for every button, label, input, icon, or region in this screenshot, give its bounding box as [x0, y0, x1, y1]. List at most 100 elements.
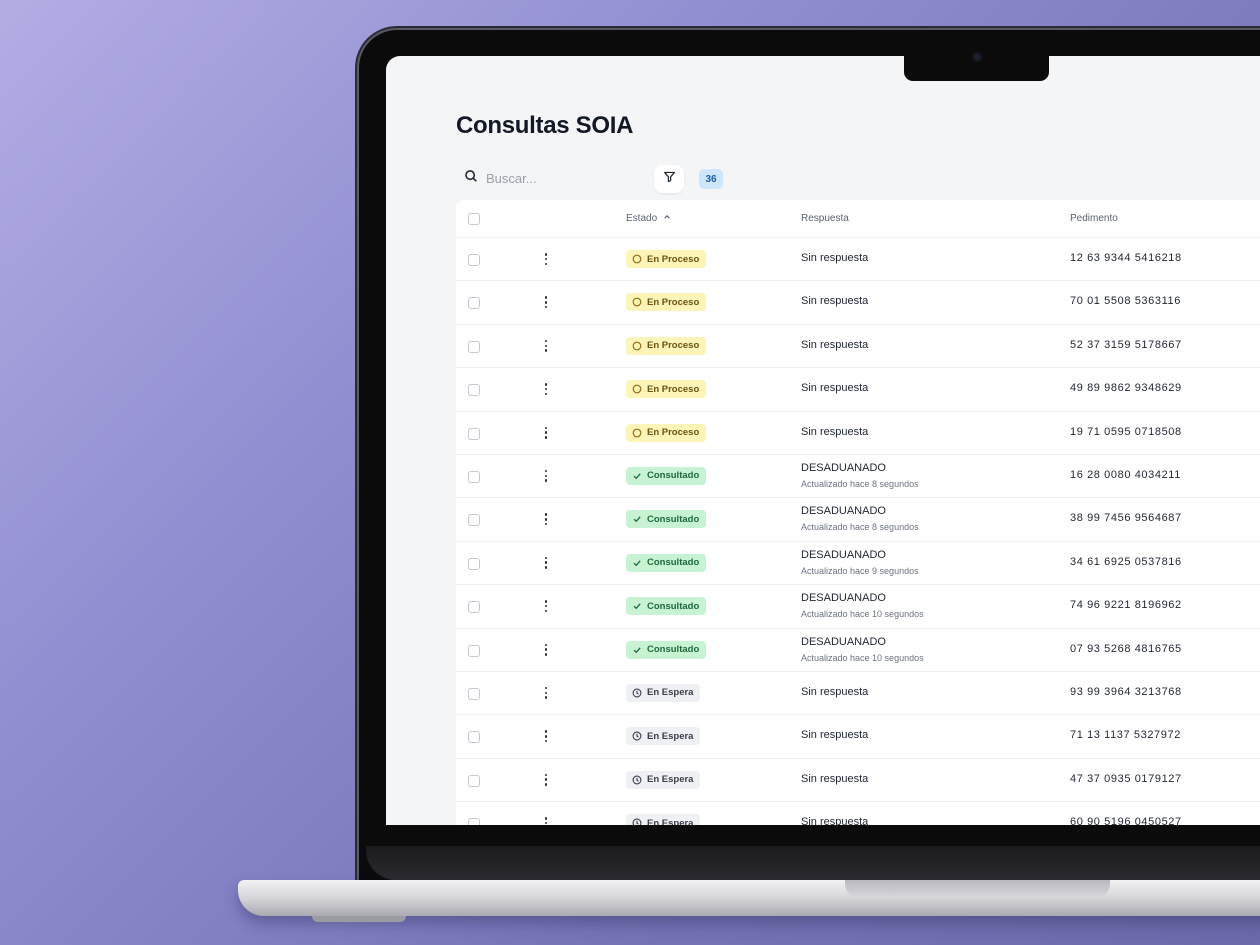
pedimento-number: 19 71 0595 0718508 — [1070, 425, 1182, 438]
pedimento-number: 12 63 9344 5416218 — [1070, 252, 1182, 264]
pedimento-number: 60 90 5196 0450527 — [1070, 816, 1182, 825]
row-checkbox[interactable] — [468, 427, 480, 440]
status-label: En Proceso — [647, 253, 700, 265]
table-row[interactable]: Consultado DESADUANADO Actualizado hace 9 … — [456, 542, 1260, 586]
check-icon — [632, 558, 642, 568]
pedimento-number: 70 01 5508 5363116 — [1070, 295, 1181, 308]
circle-icon — [632, 297, 642, 307]
clock-icon — [632, 775, 642, 785]
row-checkbox[interactable] — [468, 818, 480, 825]
row-checkbox[interactable] — [468, 297, 480, 310]
pedimento-number: 49 89 9862 9348629 — [1070, 382, 1182, 395]
table-row[interactable]: Consultado DESADUANADO Actualizado hace 8 … — [456, 498, 1260, 542]
status-badge: En Proceso — [626, 423, 707, 442]
status-badge: En Espera — [626, 770, 701, 789]
column-header-respuesta[interactable]: Respuesta — [801, 213, 849, 224]
row-checkbox[interactable] — [468, 340, 480, 353]
kebab-menu-icon[interactable] — [541, 729, 551, 743]
kebab-menu-icon[interactable] — [541, 686, 551, 700]
clock-icon — [632, 731, 642, 741]
kebab-menu-icon[interactable] — [541, 556, 551, 570]
response-text: Sin respuesta — [801, 425, 869, 438]
kebab-menu-icon[interactable] — [541, 816, 551, 825]
page-title: Consultas SOIA — [456, 112, 634, 139]
row-checkbox[interactable] — [468, 644, 480, 657]
response-text: DESADUANADO — [801, 635, 886, 648]
kebab-menu-icon[interactable] — [541, 773, 551, 787]
table-row[interactable]: Consultado DESADUANADO Actualizado hace 10… — [456, 585, 1260, 629]
search-bar[interactable] — [456, 164, 646, 192]
response-text: DESADUANADO — [801, 548, 886, 561]
row-checkbox[interactable] — [468, 687, 480, 700]
kebab-menu-icon[interactable] — [541, 426, 551, 440]
row-checkbox[interactable] — [468, 470, 480, 483]
table-row[interactable]: Consultado DESADUANADO Actualizado hace 10… — [456, 629, 1260, 672]
kebab-menu-icon[interactable] — [541, 339, 551, 353]
table-row[interactable]: En Proceso Sin respuesta 70 01 5508 536311… — [456, 281, 1260, 325]
kebab-menu-icon[interactable] — [541, 469, 551, 483]
camera-icon — [972, 52, 982, 62]
results-count-badge: 36 — [699, 169, 723, 189]
row-checkbox[interactable] — [468, 254, 480, 266]
select-all-checkbox[interactable] — [468, 213, 480, 225]
kebab-menu-icon[interactable] — [541, 382, 551, 396]
status-badge: En Espera — [626, 727, 701, 746]
kebab-menu-icon[interactable] — [541, 512, 551, 526]
status-badge: En Espera — [626, 814, 701, 825]
consultas-table: Estado Respuesta Pedimento En Proceso Sin… — [456, 200, 1260, 825]
response-text: DESADUANADO — [801, 592, 886, 605]
status-label: En Proceso — [647, 340, 700, 352]
row-checkbox[interactable] — [468, 384, 480, 397]
kebab-menu-icon[interactable] — [541, 599, 551, 613]
laptop-foot — [312, 916, 406, 922]
app-screen: Consultas SOIA 36 Estado Respuesta Pedim… — [386, 56, 1260, 825]
pedimento-number: 93 99 3964 3213768 — [1070, 685, 1182, 698]
column-header-pedimento[interactable]: Pedimento — [1070, 213, 1118, 224]
status-badge: En Espera — [626, 683, 701, 702]
pedimento-number: 71 13 1137 5327972 — [1070, 729, 1181, 742]
table-row[interactable]: En Espera Sin respuesta 71 13 1137 5327972 — [456, 715, 1260, 759]
check-icon — [632, 645, 642, 655]
table-row[interactable]: En Proceso Sin respuesta 19 71 0595 071850… — [456, 412, 1260, 455]
response-text: Sin respuesta — [801, 252, 869, 264]
filter-icon — [663, 170, 676, 188]
status-badge: En Proceso — [626, 380, 707, 399]
table-row[interactable]: En Espera Sin respuesta 47 37 0935 0179127 — [456, 759, 1260, 803]
row-checkbox[interactable] — [468, 601, 480, 614]
column-label-estado: Estado — [626, 213, 658, 224]
status-badge: En Proceso — [626, 336, 707, 355]
table-row[interactable]: En Espera Sin respuesta 60 90 5196 0450527 — [456, 802, 1260, 825]
status-label: En Espera — [647, 730, 694, 742]
table-body: En Proceso Sin respuesta 12 63 9344 541621… — [456, 238, 1260, 825]
table-row[interactable]: En Proceso Sin respuesta 49 89 9862 934862… — [456, 368, 1260, 412]
circle-icon — [632, 384, 642, 394]
status-label: En Espera — [647, 817, 694, 825]
response-text: Sin respuesta — [801, 729, 869, 742]
pedimento-number: 74 96 9221 8196962 — [1070, 599, 1182, 612]
row-checkbox[interactable] — [468, 514, 480, 527]
check-icon — [632, 601, 642, 611]
column-header-estado[interactable]: Estado — [626, 213, 671, 224]
response-updated-text: Actualizado hace 9 segundos — [801, 565, 919, 576]
check-icon — [632, 514, 642, 524]
status-label: Consultado — [647, 600, 700, 612]
row-checkbox[interactable] — [468, 557, 480, 570]
clock-icon — [632, 818, 642, 825]
status-label: En Proceso — [647, 383, 700, 395]
table-row[interactable]: Consultado DESADUANADO Actualizado hace 8 … — [456, 455, 1260, 499]
row-checkbox[interactable] — [468, 774, 480, 787]
search-input[interactable] — [486, 170, 636, 186]
row-checkbox[interactable] — [468, 731, 480, 744]
table-row[interactable]: En Proceso Sin respuesta 52 37 3159 517866… — [456, 325, 1260, 369]
filter-button[interactable] — [654, 165, 684, 193]
circle-icon — [632, 428, 642, 438]
response-text: DESADUANADO — [801, 505, 886, 518]
kebab-menu-icon[interactable] — [541, 295, 551, 309]
response-updated-text: Actualizado hace 8 segundos — [801, 522, 919, 533]
kebab-menu-icon[interactable] — [541, 252, 551, 266]
kebab-menu-icon[interactable] — [541, 643, 551, 657]
table-row[interactable]: En Espera Sin respuesta 93 99 3964 3213768 — [456, 672, 1260, 716]
pedimento-number: 34 61 6925 0537816 — [1070, 555, 1182, 568]
status-label: Consultado — [647, 470, 700, 482]
table-row[interactable]: En Proceso Sin respuesta 12 63 9344 541621… — [456, 238, 1260, 282]
